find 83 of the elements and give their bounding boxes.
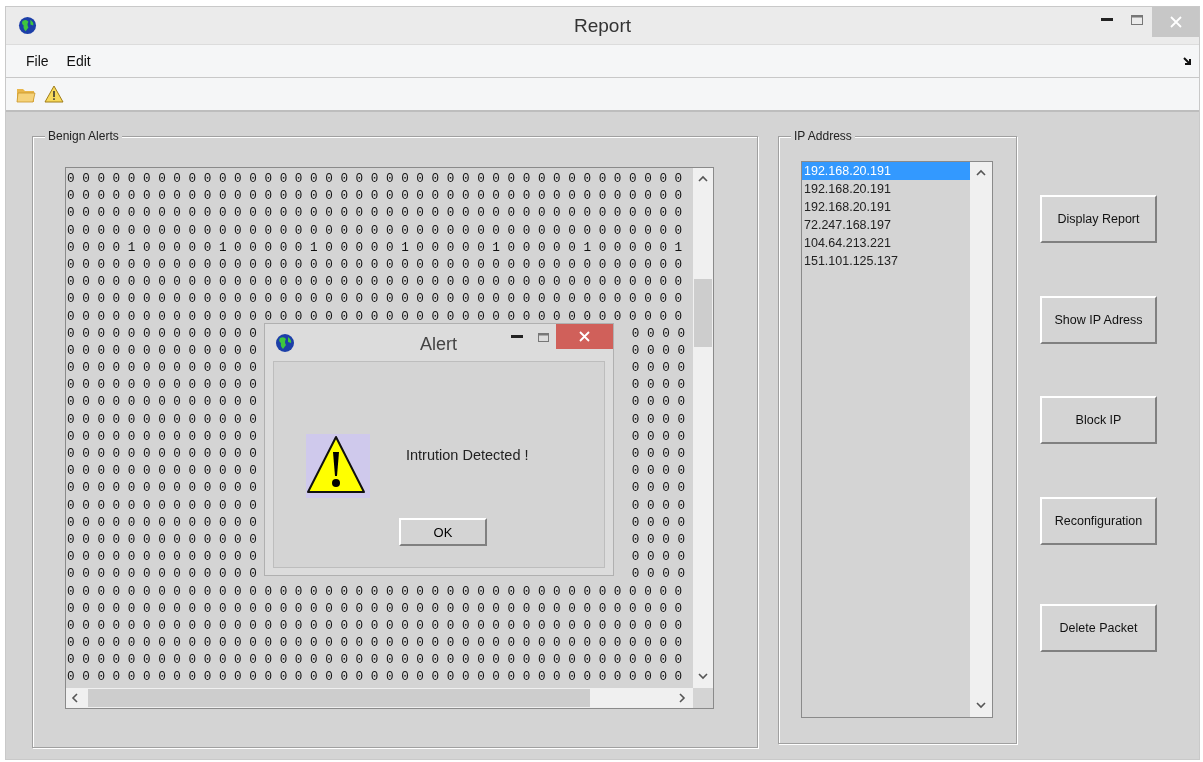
text-line: 0 0 0 0 0 0 0 0 0 0 0 0 0 — [67, 565, 257, 583]
text-line: 0 0 0 0 — [631, 445, 685, 463]
text-line: 0 0 0 0 — [631, 393, 685, 411]
close-icon — [1169, 16, 1182, 28]
group-title: Benign Alerts — [45, 129, 122, 143]
list-item[interactable]: 192.168.20.191 — [802, 180, 970, 198]
text-line: 0 0 0 0 0 0 0 0 0 0 0 0 0 — [67, 393, 257, 411]
text-line: 0 0 0 0 0 0 0 0 0 0 0 0 0 — [67, 496, 257, 514]
text-line: 0 0 0 0 0 0 0 0 0 0 0 0 0 — [67, 479, 257, 497]
globe-icon — [18, 16, 37, 35]
text-line: 0 0 0 0 0 0 0 0 0 0 0 0 0 0 0 0 0 0 0 0 0 0 0 0 0 0 0 0 0 0 0 0 0 0 0 0 0 0 0 0 0 — [67, 273, 683, 291]
horizontal-scrollbar[interactable] — [66, 688, 693, 708]
text-line: 0 0 0 0 0 0 0 0 0 0 0 0 0 — [67, 359, 257, 377]
minimize-icon — [1101, 18, 1113, 22]
action-button[interactable]: Block IP — [1040, 396, 1157, 444]
text-line: 0 0 0 0 0 0 0 0 0 0 0 0 0 — [67, 341, 257, 360]
text-line: 0 0 0 0 0 0 0 0 0 0 0 0 0 0 0 0 0 0 0 0 0 0 0 0 0 0 0 0 0 0 0 0 0 0 0 0 0 0 0 0 0 — [67, 187, 683, 205]
scrollbar-thumb[interactable] — [88, 689, 590, 707]
menu-item[interactable]: File — [20, 53, 55, 69]
text-line: 0 0 0 0 — [631, 496, 685, 514]
window-title: Report — [574, 15, 631, 37]
close-button[interactable] — [556, 324, 613, 349]
dialog-title: Alert — [420, 334, 457, 355]
text-line: 0 0 0 0 0 0 0 0 0 0 0 0 0 0 0 0 0 0 0 0 0 0 0 0 0 0 0 0 0 0 0 0 0 0 0 0 0 0 0 0 0 — [67, 290, 683, 308]
list-item[interactable]: 151.101.125.137 — [802, 252, 970, 270]
corner-arrow-icon[interactable] — [1183, 56, 1193, 66]
text-line: 0 0 0 0 0 0 0 0 0 0 0 0 0 0 0 0 0 0 0 0 0 0 0 0 0 0 0 0 0 0 0 0 0 0 0 0 0 0 0 0 0 — [67, 170, 683, 188]
text-line: 0 0 0 0 — [631, 341, 685, 360]
action-button[interactable]: Delete Packet — [1040, 604, 1157, 652]
maximize-icon — [1131, 15, 1143, 25]
list-item[interactable]: 72.247.168.197 — [802, 216, 970, 234]
text-line: 0 0 0 0 0 0 0 0 0 0 0 0 0 — [67, 462, 257, 480]
text-line: 0 0 0 0 0 0 0 0 0 0 0 0 0 0 0 0 0 0 0 0 0 0 0 0 0 0 0 0 0 0 0 0 0 0 0 0 0 0 0 0 0 — [67, 651, 683, 669]
action-button[interactable]: Show IP Adress — [1040, 296, 1157, 344]
ok-button[interactable]: OK — [399, 518, 487, 546]
globe-icon — [275, 333, 295, 353]
action-button[interactable]: Reconfiguration — [1040, 497, 1157, 545]
text-line: 0 0 0 0 0 0 0 0 0 0 0 0 0 0 0 0 0 0 0 0 0 0 0 0 0 0 0 0 0 0 0 0 0 0 0 0 0 0 0 0 0 — [67, 616, 683, 635]
text-line: 0 0 0 0 — [631, 410, 685, 428]
scrollbar-thumb[interactable] — [694, 279, 712, 347]
scroll-down-icon[interactable] — [975, 699, 987, 711]
text-line: 0 0 0 0 0 0 0 0 0 0 0 0 0 — [67, 530, 257, 549]
text-line: 0 0 0 0 0 0 0 0 0 0 0 0 0 0 0 0 0 0 0 0 0 0 0 0 0 0 0 0 0 0 0 0 0 0 0 0 0 0 0 0 0 — [67, 668, 683, 686]
text-line: 0 0 0 0 0 0 0 0 0 0 0 0 0 — [67, 427, 257, 445]
text-line: 0 0 0 0 0 0 0 0 0 0 0 0 0 0 0 0 0 0 0 0 0 0 0 0 0 0 0 0 0 0 0 0 0 0 0 0 0 0 0 0 0 — [67, 307, 683, 325]
maximize-icon — [537, 332, 549, 342]
text-line: 0 0 0 0 0 0 0 0 0 0 0 0 0 — [67, 376, 257, 394]
alert-message: Intrution Detected ! — [406, 447, 529, 463]
text-line: 0 0 0 0 — [631, 324, 685, 342]
text-line: 0 0 0 0 0 0 0 0 0 0 0 0 0 0 0 0 0 0 0 0 0 0 0 0 0 0 0 0 0 0 0 0 0 0 0 0 0 0 0 0 0 — [67, 204, 683, 222]
text-line: 0 0 0 0 — [631, 359, 685, 377]
text-line: 0 0 0 0 — [631, 479, 685, 497]
text-line: 0 0 0 0 0 0 0 0 0 0 0 0 0 — [67, 324, 257, 342]
text-line: 0 0 0 0 — [631, 548, 685, 566]
warning-icon[interactable] — [44, 85, 64, 103]
text-line: 0 0 0 0 — [631, 530, 685, 549]
text-line: 0 0 0 0 — [631, 513, 685, 531]
scroll-right-icon[interactable] — [676, 692, 688, 704]
text-line: 0 0 0 0 0 0 0 0 0 0 0 0 0 0 0 0 0 0 0 0 0 0 0 0 0 0 0 0 0 0 0 0 0 0 0 0 0 0 0 0 0 — [67, 599, 683, 617]
text-line: 0 0 0 0 0 0 0 0 0 0 0 0 0 — [67, 513, 257, 531]
warning-icon — [306, 434, 370, 498]
group-title: IP Address — [791, 129, 855, 143]
text-line: 0 0 0 0 0 0 0 0 0 0 0 0 0 — [67, 445, 257, 463]
vertical-scrollbar[interactable] — [693, 168, 713, 688]
text-line: 0 0 0 0 — [631, 462, 685, 480]
minimize-icon — [511, 335, 523, 339]
text-line: 0 0 0 0 0 0 0 0 0 0 0 0 0 0 0 0 0 0 0 0 0 0 0 0 0 0 0 0 0 0 0 0 0 0 0 0 0 0 0 0 0 — [67, 582, 683, 600]
list-item[interactable]: 104.64.213.221 — [802, 234, 970, 252]
text-line: 0 0 0 0 0 0 0 0 0 0 0 0 0 0 0 0 0 0 0 0 0 0 0 0 0 0 0 0 0 0 0 0 0 0 0 0 0 0 0 0 0 — [67, 255, 683, 274]
text-line: 0 0 0 0 1 0 0 0 0 0 1 0 0 0 0 0 1 0 0 0 0 0 1 0 0 0 0 0 1 0 0 0 0 0 1 0 0 0 0 0 1 — [67, 238, 683, 256]
menu-item[interactable]: Edit — [60, 53, 97, 69]
text-line: 0 0 0 0 — [631, 565, 685, 583]
action-button[interactable]: Display Report — [1040, 195, 1157, 243]
text-line: 0 0 0 0 0 0 0 0 0 0 0 0 0 — [67, 548, 257, 566]
text-line: 0 0 0 0 0 0 0 0 0 0 0 0 0 0 0 0 0 0 0 0 0 0 0 0 0 0 0 0 0 0 0 0 0 0 0 0 0 0 0 0 0 — [67, 634, 683, 652]
text-line: 0 0 0 0 0 0 0 0 0 0 0 0 0 — [67, 410, 257, 428]
list-item[interactable]: 192.168.20.191 — [802, 198, 970, 216]
vertical-scrollbar[interactable] — [970, 162, 992, 717]
text-line: 0 0 0 0 0 0 0 0 0 0 0 0 0 0 0 0 0 0 0 0 0 0 0 0 0 0 0 0 0 0 0 0 0 0 0 0 0 0 0 0 0 — [67, 221, 683, 239]
close-icon — [579, 331, 590, 342]
text-line: 0 0 0 0 — [631, 427, 685, 445]
text-line: 0 0 0 0 — [631, 376, 685, 394]
scroll-down-icon[interactable] — [697, 670, 709, 682]
